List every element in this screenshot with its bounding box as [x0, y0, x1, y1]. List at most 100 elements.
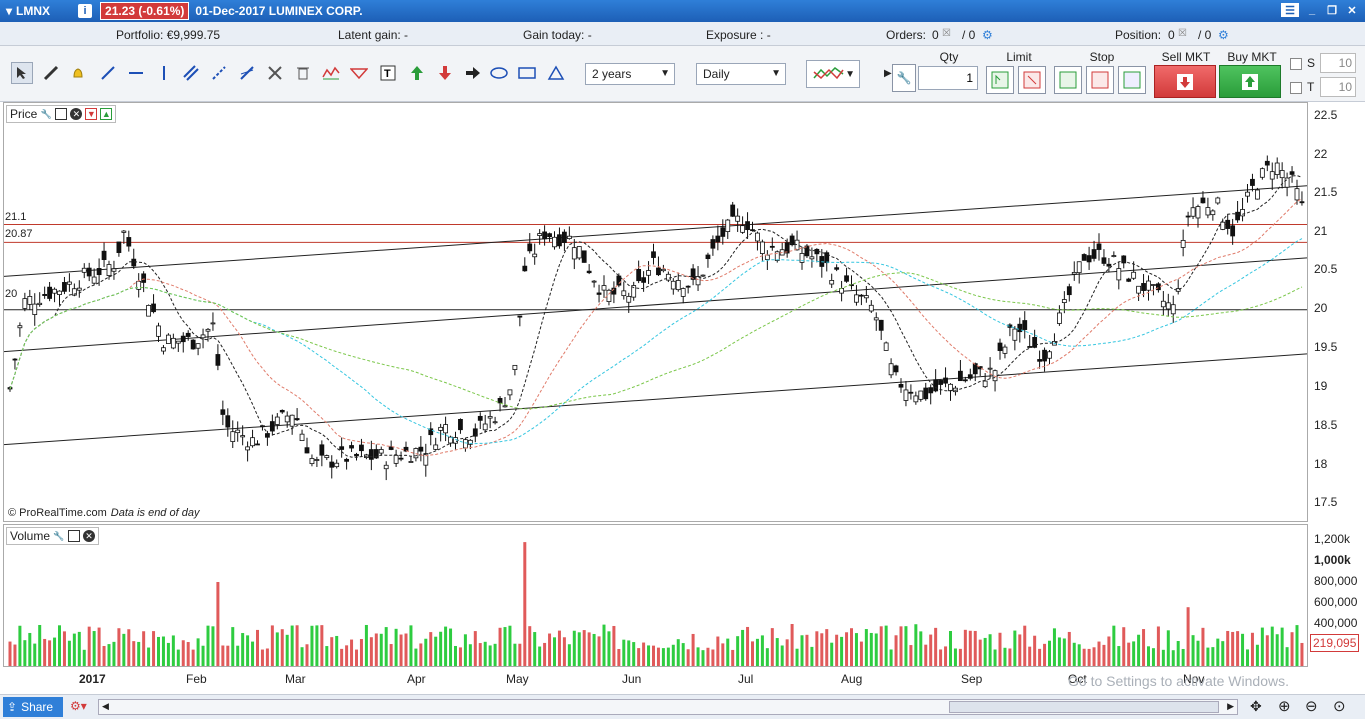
candle-body: [319, 444, 325, 456]
scroll-left-icon[interactable]: ◀: [102, 701, 109, 712]
s-input[interactable]: [1320, 53, 1356, 73]
candle-body: [1269, 171, 1275, 180]
wave-icon[interactable]: [320, 62, 342, 84]
menu-icon[interactable]: ☰: [1281, 3, 1299, 17]
wrench-icon[interactable]: 🔧: [53, 530, 65, 542]
gann-icon[interactable]: [236, 62, 258, 84]
horizontal-scrollbar[interactable]: ◀ ▶: [98, 699, 1238, 715]
volume-bar: [1260, 627, 1264, 666]
stop-sell-button[interactable]: [1086, 66, 1114, 94]
qty-input[interactable]: [918, 66, 978, 90]
zoom-in-icon[interactable]: ⊕: [1278, 697, 1291, 715]
symbol-selector[interactable]: ▾ LMNX: [6, 4, 50, 18]
move-down-icon[interactable]: ▼: [85, 108, 98, 120]
close-position-icon[interactable]: ☒: [1178, 28, 1187, 39]
volume-bar: [919, 631, 923, 666]
volume-bar: [132, 641, 136, 666]
candle-body: [1220, 221, 1226, 230]
close-icon[interactable]: ✕: [70, 108, 83, 120]
wrench-icon[interactable]: 🔧: [892, 64, 916, 92]
text-tool-icon[interactable]: T: [377, 62, 399, 84]
sell-market-button[interactable]: [1154, 65, 1216, 98]
close-icon[interactable]: ✕: [83, 530, 96, 542]
right-arrow-icon[interactable]: [462, 62, 484, 84]
stop-limit-button[interactable]: [1118, 66, 1146, 94]
candle-body: [1250, 178, 1255, 186]
volume-bar: [176, 649, 180, 666]
candle-body: [948, 383, 953, 392]
minimize-icon[interactable]: _: [1305, 3, 1319, 17]
symbol-label: LMNX: [16, 4, 51, 18]
close-icon[interactable]: ✕: [1345, 3, 1359, 17]
ellipse-icon[interactable]: [488, 62, 510, 84]
wrench-icon[interactable]: 🔧: [40, 108, 52, 120]
t-checkbox[interactable]: [1290, 82, 1302, 94]
triangle-icon[interactable]: [545, 62, 567, 84]
volume-bar: [637, 648, 641, 666]
volume-bar: [958, 648, 962, 666]
rectangle-icon[interactable]: [516, 62, 538, 84]
gear-icon[interactable]: ⚙: [1218, 28, 1229, 42]
maximize-icon[interactable]: [55, 108, 68, 120]
volume-bar: [652, 645, 655, 666]
candle-body: [195, 343, 201, 349]
share-button[interactable]: ⇪ Share: [3, 697, 63, 717]
alert-bell-icon[interactable]: [67, 62, 89, 84]
trendline-icon[interactable]: [97, 62, 119, 84]
limit-buy-button[interactable]: [986, 66, 1014, 94]
cancel-orders-icon[interactable]: ☒: [942, 28, 951, 39]
restore-icon[interactable]: ❐: [1325, 3, 1339, 17]
candle-body: [542, 231, 547, 240]
fibonacci-icon[interactable]: [208, 62, 230, 84]
s-checkbox[interactable]: [1290, 58, 1302, 70]
stop-buy-button[interactable]: [1054, 66, 1082, 94]
zoom-out-icon[interactable]: ⊖: [1305, 697, 1318, 715]
vertical-line-icon[interactable]: [153, 62, 175, 84]
buy-arrow-icon[interactable]: [406, 62, 428, 84]
candle-body: [1299, 201, 1305, 204]
volume-bar: [231, 627, 235, 666]
ruler-icon[interactable]: [40, 62, 62, 84]
t-input[interactable]: [1320, 77, 1356, 97]
volume-bar: [166, 642, 170, 666]
collapse-icon[interactable]: ▶: [884, 68, 892, 79]
maximize-icon[interactable]: [68, 530, 81, 542]
price-chart[interactable]: Price 🔧 ✕ ▼ ▲ 21.1 20.87 20 © ProRealTim…: [3, 102, 1308, 522]
horizontal-line-icon[interactable]: [125, 62, 147, 84]
candle-body: [27, 296, 33, 305]
candle-body: [497, 398, 503, 404]
channel-icon[interactable]: [180, 62, 202, 84]
candle-body: [1160, 300, 1166, 308]
buy-market-button[interactable]: [1219, 65, 1281, 98]
limit-sell-button[interactable]: [1018, 66, 1046, 94]
volume-bar: [760, 635, 764, 666]
cursor-icon[interactable]: [11, 62, 33, 84]
interval-select[interactable]: Daily ▼: [696, 63, 786, 85]
candle-body: [705, 254, 711, 260]
volume-bar: [770, 628, 774, 666]
scroll-right-icon[interactable]: ▶: [1227, 701, 1234, 712]
tools-icon[interactable]: [264, 62, 286, 84]
sell-arrow-icon[interactable]: [434, 62, 456, 84]
scrollbar-thumb[interactable]: [949, 701, 1219, 713]
trash-icon[interactable]: [292, 62, 314, 84]
position-label: Position:: [1115, 28, 1162, 42]
zoom-reset-icon[interactable]: ⊙: [1333, 697, 1346, 715]
candle-body: [760, 241, 765, 254]
volume-bar: [137, 641, 141, 666]
indicators-button[interactable]: ▼: [806, 60, 860, 88]
period-select[interactable]: 2 years ▼: [585, 63, 675, 85]
chart-options-icon[interactable]: ⚙▾: [70, 699, 87, 713]
info-icon[interactable]: i: [78, 4, 93, 18]
volume-bar: [815, 631, 819, 666]
candle-body: [522, 265, 528, 272]
volume-bar: [513, 643, 517, 666]
pattern-icon[interactable]: [348, 62, 370, 84]
candle-body: [121, 230, 127, 233]
move-up-icon[interactable]: ▲: [100, 108, 113, 120]
chevron-down-icon: ▾: [6, 4, 13, 18]
volume-chart[interactable]: Volume 🔧 ✕: [3, 524, 1308, 667]
qty-label: Qty: [939, 50, 959, 64]
pan-icon[interactable]: ✥: [1250, 698, 1262, 715]
gear-icon[interactable]: ⚙: [982, 28, 993, 42]
